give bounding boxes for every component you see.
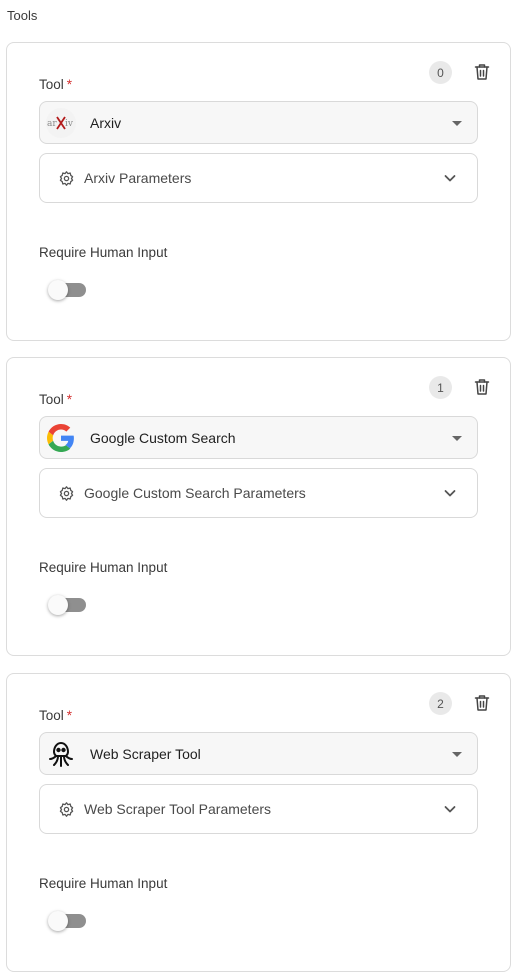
- tool-field-label: Tool *: [39, 708, 72, 723]
- require-human-input-label: Require Human Input: [39, 245, 168, 260]
- toggle-thumb: [48, 911, 68, 931]
- tool-select-value: Web Scraper Tool: [90, 745, 201, 762]
- tool-parameters-label: Arxiv Parameters: [84, 170, 192, 186]
- tool-select[interactable]: Web Scraper Tool: [39, 732, 478, 775]
- caret-down-icon: [452, 121, 462, 126]
- tool-field-label: Tool *: [39, 77, 72, 92]
- delete-tool-button[interactable]: [472, 692, 492, 714]
- caret-down-icon: [452, 752, 462, 757]
- tool-index-badge: 2: [429, 692, 452, 715]
- tool-field-label: Tool *: [39, 392, 72, 407]
- tool-parameters-label: Web Scraper Tool Parameters: [84, 801, 272, 817]
- section-title: Tools: [7, 8, 38, 23]
- required-asterisk: *: [66, 708, 73, 723]
- tool-card-0: 0 Tool * ar iv Arxiv Arxiv Parameters Req…: [6, 42, 511, 341]
- toggle-thumb: [48, 280, 68, 300]
- require-human-input-toggle[interactable]: [48, 595, 86, 615]
- require-human-input-toggle[interactable]: [48, 280, 86, 300]
- tool-select[interactable]: Google Custom Search: [39, 416, 478, 459]
- caret-down-icon: [452, 436, 462, 441]
- chevron-down-icon: [444, 175, 456, 182]
- gear-icon: [57, 800, 75, 818]
- tool-parameters-label: Google Custom Search Parameters: [84, 485, 306, 501]
- octopus-logo-icon: [46, 739, 76, 769]
- trash-icon: [474, 379, 490, 395]
- svg-text:ar: ar: [47, 119, 57, 129]
- svg-text:iv: iv: [65, 119, 74, 129]
- tool-select-value: Google Custom Search: [90, 429, 236, 446]
- tool-label-text: Tool: [39, 708, 64, 723]
- tool-label-text: Tool: [39, 77, 64, 92]
- required-asterisk: *: [66, 77, 73, 92]
- tool-parameters-accordion[interactable]: Google Custom Search Parameters: [39, 468, 478, 518]
- tool-select-value: Arxiv: [90, 114, 122, 131]
- chevron-down-icon: [444, 490, 456, 497]
- required-asterisk: *: [66, 392, 73, 407]
- toggle-thumb: [48, 595, 68, 615]
- gear-icon: [57, 169, 75, 187]
- tool-card-2: 2 Tool * Web Scraper Tool Web Scraper To…: [6, 673, 511, 972]
- delete-tool-button[interactable]: [472, 376, 492, 398]
- tool-parameters-accordion[interactable]: Web Scraper Tool Parameters: [39, 784, 478, 834]
- tool-parameters-accordion[interactable]: Arxiv Parameters: [39, 153, 478, 203]
- tool-index-badge: 1: [429, 376, 452, 399]
- tool-index-badge: 0: [429, 61, 452, 84]
- tool-card-1: 1 Tool * Google Custom Search Google Cust…: [6, 357, 511, 656]
- google-logo-icon: [46, 423, 76, 453]
- chevron-down-icon: [444, 806, 456, 813]
- require-human-input-label: Require Human Input: [39, 876, 168, 891]
- trash-icon: [474, 695, 490, 711]
- gear-icon: [57, 484, 75, 502]
- trash-icon: [474, 64, 490, 80]
- require-human-input-toggle[interactable]: [48, 911, 86, 931]
- arxiv-logo-icon: ar iv: [46, 107, 76, 138]
- tool-select[interactable]: ar iv Arxiv: [39, 101, 478, 144]
- require-human-input-label: Require Human Input: [39, 560, 168, 575]
- delete-tool-button[interactable]: [472, 61, 492, 83]
- tool-label-text: Tool: [39, 392, 64, 407]
